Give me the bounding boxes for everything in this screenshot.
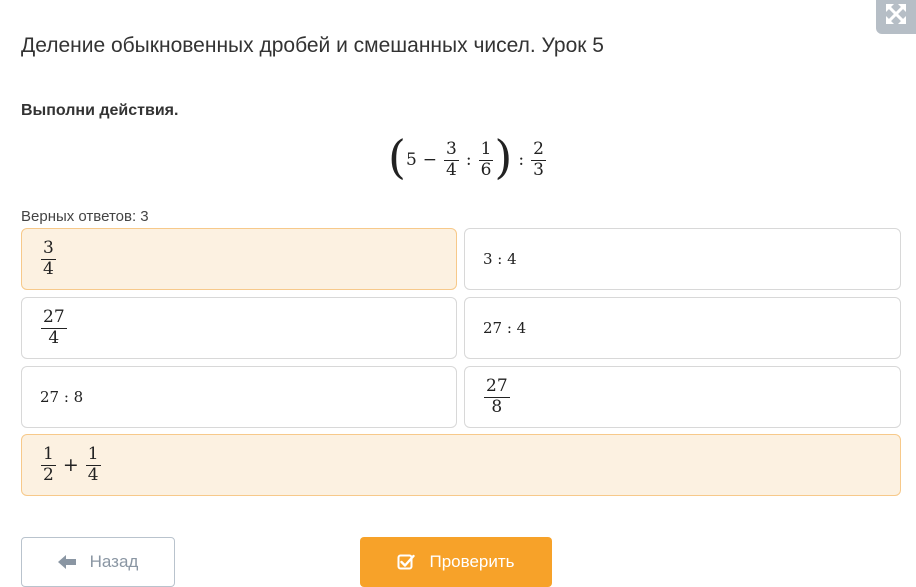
expr-divide-1: : <box>465 150 472 170</box>
checkbox-check-icon <box>397 554 416 570</box>
task-expression: ( 5 − 3 4 : 1 6 ) : 2 3 <box>388 132 547 188</box>
fraction-numerator: 1 <box>87 443 99 464</box>
open-paren: ( <box>388 130 406 184</box>
expand-button[interactable] <box>876 0 916 34</box>
fraction-numerator: 2 <box>533 138 544 159</box>
answer-option-7[interactable]: 1 2 + 1 4 <box>21 434 901 496</box>
correct-answers-counter: Верных ответов: 3 <box>21 208 149 225</box>
back-button-label: Назад <box>89 552 139 571</box>
expr-fraction-1: 3 4 <box>444 138 459 180</box>
arrow-left-icon <box>57 555 76 569</box>
expr-whole: 5 <box>405 150 417 170</box>
fraction-denominator: 2 <box>43 464 54 485</box>
fraction-denominator: 4 <box>87 464 99 485</box>
answer-text: 3 : 4 <box>483 250 517 268</box>
expand-arrows-icon <box>886 4 906 24</box>
answer-option-4[interactable]: 27 : 4 <box>464 297 901 359</box>
check-button[interactable]: Проверить <box>360 537 552 587</box>
close-paren: ) <box>494 130 513 184</box>
expr-divide-2: : <box>518 150 525 170</box>
answer-fraction: 27 4 <box>41 306 67 348</box>
answer-option-3[interactable]: 27 4 <box>21 297 457 359</box>
answer-option-2[interactable]: 3 : 4 <box>464 228 901 290</box>
page-title: Деление обыкновенных дробей и смешанных … <box>21 34 604 57</box>
answer-option-6[interactable]: 27 8 <box>464 366 901 428</box>
fraction-numerator: 27 <box>43 306 65 327</box>
answer-fraction: 3 4 <box>41 237 56 279</box>
fraction-numerator: 3 <box>43 237 54 258</box>
answer-fraction: 1 4 <box>85 443 101 485</box>
plus-sign: + <box>62 454 79 476</box>
fraction-numerator: 3 <box>446 138 457 159</box>
expr-fraction-3: 2 3 <box>531 138 546 180</box>
answer-option-1[interactable]: 3 4 <box>21 228 457 290</box>
expr-fraction-2: 1 6 <box>478 138 494 180</box>
answer-fraction: 27 8 <box>484 375 510 417</box>
fraction-denominator: 4 <box>48 327 60 348</box>
fraction-numerator: 27 <box>486 375 508 396</box>
answer-text: 27 : 8 <box>40 388 84 406</box>
fraction-denominator: 4 <box>43 258 54 279</box>
answer-text: 27 : 4 <box>483 319 527 337</box>
fraction-denominator: 3 <box>533 159 544 180</box>
expr-minus: − <box>422 150 438 170</box>
fraction-denominator: 4 <box>446 159 457 180</box>
task-instruction: Выполни действия. <box>21 102 179 119</box>
answer-fraction: 1 2 <box>41 443 56 485</box>
fraction-numerator: 1 <box>480 138 492 159</box>
fraction-numerator: 1 <box>43 443 54 464</box>
fraction-denominator: 8 <box>491 396 503 417</box>
fraction-denominator: 6 <box>480 159 492 180</box>
back-button[interactable]: Назад <box>21 537 175 587</box>
check-button-label: Проверить <box>429 552 515 571</box>
answer-option-5[interactable]: 27 : 8 <box>21 366 457 428</box>
